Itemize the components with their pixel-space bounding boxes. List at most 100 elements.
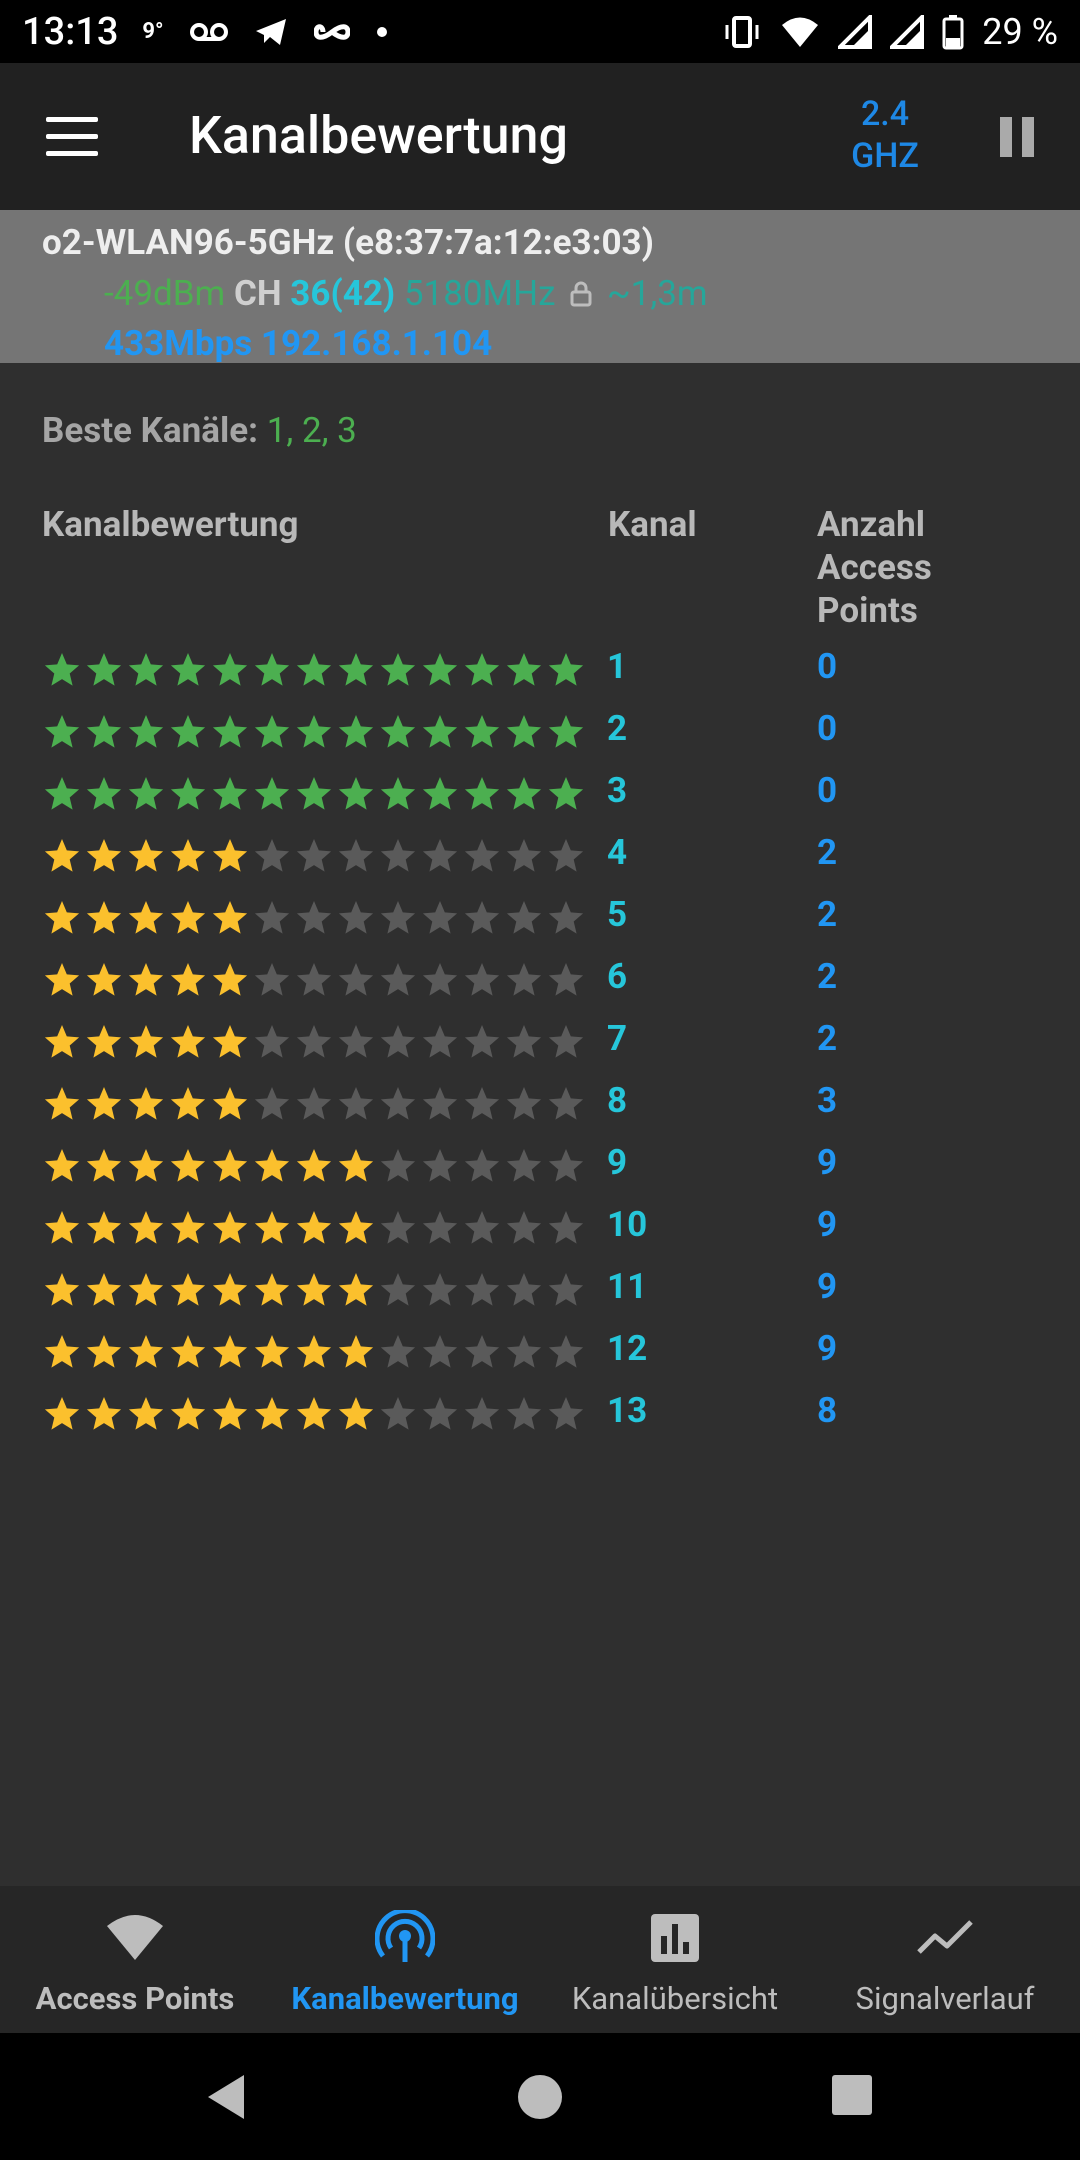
star-icon: [506, 963, 542, 996]
star-icon: [86, 1211, 122, 1244]
star-icon: [422, 1397, 458, 1430]
star-icon: [212, 963, 248, 996]
star-icon: [296, 653, 332, 686]
nav-label: Signalverlauf: [855, 1980, 1035, 2017]
star-icon: [506, 1397, 542, 1430]
star-icon: [296, 1025, 332, 1058]
star-icon: [380, 715, 416, 748]
home-icon[interactable]: [516, 2073, 564, 2121]
star-icon: [464, 1025, 500, 1058]
nav-access-points[interactable]: Access Points: [0, 1886, 270, 2033]
star-icon: [128, 1025, 164, 1058]
channel-number: 8: [607, 1080, 628, 1121]
star-icon: [212, 1087, 248, 1120]
star-icon: [506, 1335, 542, 1368]
channel-rating-row: 11 9: [0, 1260, 1080, 1322]
star-icon: [254, 1087, 290, 1120]
bottom-navigation: Access Points Kanalbewertung Kanalübersi…: [0, 1886, 1080, 2033]
channel-rating-row: 12 9: [0, 1322, 1080, 1384]
star-icon: [44, 1025, 80, 1058]
nav-kanalbewertung[interactable]: Kanalbewertung: [270, 1886, 540, 2033]
star-rating: [44, 1392, 584, 1436]
star-icon: [170, 1149, 206, 1182]
star-icon: [170, 839, 206, 872]
access-point-count: 0: [817, 770, 838, 811]
connection-ssid: o2-WLAN96-5GHz (e8:37:7a:12:e3:03): [42, 222, 654, 263]
star-icon: [464, 777, 500, 810]
star-icon: [44, 1149, 80, 1182]
star-icon: [170, 963, 206, 996]
recents-icon[interactable]: [832, 2075, 872, 2115]
nav-label: Kanalübersicht: [571, 1980, 779, 2017]
band-label-unit: GHZ: [851, 136, 919, 176]
nav-signalverlauf[interactable]: Signalverlauf: [810, 1886, 1080, 2033]
star-rating: [44, 834, 584, 878]
channel-number: 3: [607, 770, 628, 811]
star-icon: [548, 1149, 584, 1182]
channel-number: 11: [607, 1266, 648, 1307]
frequency-value: 5180MHz: [403, 273, 556, 314]
menu-button[interactable]: [46, 117, 98, 157]
star-icon: [422, 653, 458, 686]
star-rating: [44, 1330, 584, 1374]
star-icon: [464, 1149, 500, 1182]
star-icon: [170, 653, 206, 686]
pause-button[interactable]: [1000, 117, 1034, 157]
trend-line-icon: [917, 1920, 973, 1954]
star-icon: [170, 1397, 206, 1430]
star-icon: [296, 1211, 332, 1244]
star-rating: [44, 1020, 584, 1064]
page-title: Kanalbewertung: [189, 105, 568, 166]
access-point-count: 2: [817, 956, 838, 997]
star-icon: [254, 963, 290, 996]
star-icon: [86, 653, 122, 686]
vibrate-icon: [725, 15, 759, 48]
star-icon: [380, 1273, 416, 1306]
star-icon: [212, 1211, 248, 1244]
star-icon: [380, 1335, 416, 1368]
star-icon: [380, 963, 416, 996]
star-icon: [548, 839, 584, 872]
star-rating: [44, 1082, 584, 1126]
star-icon: [422, 1025, 458, 1058]
signal-icon: [838, 14, 873, 49]
channel-number: 4: [607, 832, 628, 873]
band-toggle-button[interactable]: 2.4 GHZ: [840, 93, 930, 177]
star-icon: [464, 1335, 500, 1368]
star-icon: [296, 963, 332, 996]
star-icon: [296, 839, 332, 872]
signal-strength: -49dBm: [104, 273, 226, 314]
channel-rating-row: 10: [0, 640, 1080, 702]
star-icon: [170, 1273, 206, 1306]
star-icon: [506, 1211, 542, 1244]
temperature-text: 9°: [142, 19, 164, 44]
star-icon: [44, 839, 80, 872]
star-icon: [212, 1025, 248, 1058]
star-rating: [44, 1144, 584, 1188]
nav-kanaluebersicht[interactable]: Kanalübersicht: [540, 1886, 810, 2033]
star-icon: [422, 1273, 458, 1306]
star-rating: [44, 896, 584, 940]
access-point-count: 8: [817, 1390, 838, 1431]
star-icon: [128, 963, 164, 996]
star-icon: [44, 1273, 80, 1306]
star-icon: [254, 839, 290, 872]
pause-icon: [1000, 117, 1012, 157]
star-icon: [44, 715, 80, 748]
star-icon: [212, 1149, 248, 1182]
star-icon: [170, 1335, 206, 1368]
channel-number: 6: [607, 956, 628, 997]
star-icon: [86, 963, 122, 996]
star-icon: [338, 715, 374, 748]
system-navigation-bar: [0, 2033, 1080, 2160]
star-icon: [212, 653, 248, 686]
star-icon: [128, 901, 164, 934]
nav-label: Kanalbewertung: [291, 1980, 519, 2017]
star-icon: [548, 901, 584, 934]
star-icon: [506, 1273, 542, 1306]
back-icon[interactable]: [204, 2073, 248, 2121]
channel-number: 13: [607, 1390, 648, 1431]
star-icon: [338, 1397, 374, 1430]
channel-rating-row: 42: [0, 826, 1080, 888]
star-icon: [464, 839, 500, 872]
